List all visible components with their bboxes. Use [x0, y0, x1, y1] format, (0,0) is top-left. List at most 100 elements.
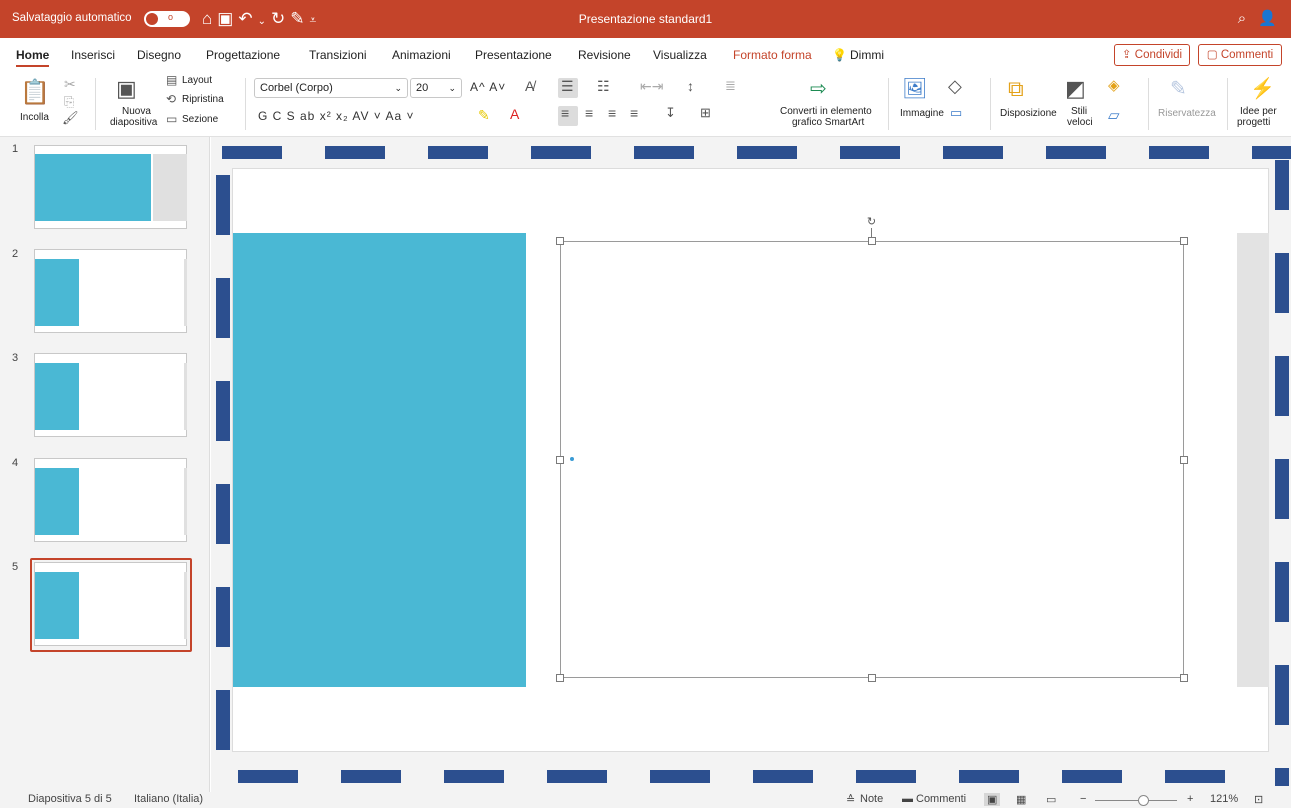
shapes-icon[interactable]: ◇ — [948, 76, 962, 97]
status-comments-button[interactable]: Commenti — [916, 793, 966, 805]
font-name-select[interactable]: Corbel (Corpo) ⌄ — [254, 78, 408, 98]
font-size-select[interactable]: 20 ⌄ — [410, 78, 462, 98]
document-title: Presentazione standard1 — [578, 12, 713, 26]
tab-design[interactable]: Progettazione — [206, 48, 280, 62]
lightbulb-icon[interactable]: 💡 — [832, 48, 847, 62]
image-label[interactable]: Immagine — [900, 108, 944, 119]
columns-icon[interactable]: ≣ — [725, 78, 736, 94]
tab-review[interactable]: Revisione — [578, 48, 631, 62]
sorter-view-icon[interactable]: ▦ — [1016, 793, 1026, 806]
user-icon[interactable]: 👤 — [1258, 10, 1277, 27]
resize-handle[interactable] — [868, 674, 876, 682]
section-button[interactable]: Sezione — [182, 114, 218, 125]
tab-view[interactable]: Visualizza — [653, 48, 707, 62]
sensitivity-icon[interactable]: ✎ — [1170, 76, 1187, 101]
tab-draw[interactable]: Disegno — [137, 48, 181, 62]
notes-button[interactable]: Note — [860, 793, 883, 805]
slide-thumbnail-3[interactable] — [34, 353, 187, 437]
layout-button[interactable]: Layout — [182, 75, 212, 86]
new-slide-label-1[interactable]: Nuova — [122, 106, 151, 117]
line-spacing-icon[interactable]: ↕ — [687, 78, 694, 94]
grow-shrink-font[interactable]: A^ A˅ — [470, 80, 506, 94]
numbered-list-icon[interactable]: ☷ — [597, 78, 610, 95]
clear-format-icon[interactable]: A̸ — [525, 78, 534, 94]
text-cursor — [570, 457, 574, 461]
resize-handle[interactable] — [556, 456, 564, 464]
align-center-icon[interactable]: ≡ — [585, 105, 593, 121]
tab-animations[interactable]: Animazioni — [392, 48, 451, 62]
quick-styles-icon[interactable]: ◩ — [1065, 76, 1086, 102]
zoom-out-button[interactable]: − — [1080, 793, 1086, 805]
privacy-label[interactable]: Riservatezza — [1158, 108, 1216, 119]
designer-label-2[interactable]: progetti — [1237, 117, 1270, 128]
textbox-icon[interactable]: ▭ — [950, 105, 962, 121]
outline-color-icon[interactable]: ▱ — [1108, 106, 1120, 124]
resize-handle[interactable] — [868, 237, 876, 245]
tab-transitions[interactable]: Transizioni — [309, 48, 367, 62]
reset-button[interactable]: Ripristina — [182, 94, 224, 105]
tab-insert[interactable]: Inserisci — [71, 48, 115, 62]
search-icon[interactable]: ⌕ — [1238, 10, 1246, 27]
justify-icon[interactable]: ≡ — [630, 105, 638, 121]
resize-handle[interactable] — [556, 237, 564, 245]
font-color-icon[interactable]: A — [510, 106, 519, 122]
resize-handle[interactable] — [1180, 674, 1188, 682]
blue-rectangle-shape[interactable] — [233, 233, 526, 687]
gray-rectangle-shape[interactable] — [1237, 233, 1269, 687]
fill-color-icon[interactable]: ◈ — [1108, 76, 1120, 94]
image-icon[interactable]: 🖼 — [902, 76, 927, 101]
rotate-handle-icon[interactable]: ↻ — [866, 217, 877, 228]
styles-label-1[interactable]: Stili — [1071, 106, 1087, 117]
copy-icon[interactable]: ⎘ — [64, 94, 74, 110]
tab-shape-format[interactable]: Formato forma — [733, 48, 812, 62]
styles-label-2[interactable]: veloci — [1067, 117, 1093, 128]
paste-icon[interactable]: 📋 — [20, 78, 50, 107]
fit-to-window-icon[interactable]: ⊡ — [1254, 793, 1263, 806]
highlight-icon[interactable]: ✎ — [478, 107, 490, 124]
zoom-in-button[interactable]: + — [1187, 793, 1193, 805]
zoom-slider-knob[interactable] — [1138, 795, 1149, 806]
zoom-level[interactable]: 121% — [1210, 793, 1238, 805]
smartart-label-1[interactable]: Converti in elemento — [780, 106, 872, 117]
share-button[interactable]: ⇪ Condividi — [1114, 44, 1190, 66]
align-right-icon[interactable]: ≡ — [608, 105, 616, 121]
format-painter-icon[interactable]: 🖌 — [62, 110, 79, 126]
dash-segment — [737, 146, 797, 159]
align-text-icon[interactable]: ⊞ — [700, 105, 711, 121]
notes-icon[interactable]: ≙ — [846, 793, 855, 806]
tab-slideshow[interactable]: Presentazione — [475, 48, 552, 62]
tab-tell-me[interactable]: Dimmi — [850, 48, 884, 62]
dash-segment — [1275, 768, 1289, 786]
smartart-label-2[interactable]: grafico SmartArt — [792, 117, 864, 128]
text-placeholder[interactable] — [560, 241, 1184, 678]
text-direction-icon[interactable]: ↧ — [665, 105, 676, 121]
resize-handle[interactable] — [1180, 456, 1188, 464]
comments-button[interactable]: ▢ Commenti — [1198, 44, 1282, 66]
paste-label[interactable]: Incolla — [20, 112, 49, 123]
arrange-label[interactable]: Disposizione — [1000, 108, 1057, 119]
tab-home[interactable]: Home — [16, 48, 50, 67]
dash-segment — [216, 587, 230, 647]
indent-icon[interactable]: ⇤⇥ — [640, 78, 663, 95]
cut-icon[interactable]: ✂ — [64, 76, 76, 93]
slide-thumbnail-4[interactable] — [34, 458, 187, 542]
language-indicator[interactable]: Italiano (Italia) — [134, 793, 203, 805]
slide-thumbnail-1[interactable] — [34, 145, 187, 229]
resize-handle[interactable] — [556, 674, 564, 682]
format-row[interactable]: G C S ab x² x₂ AV ˅ Aa ˅ — [258, 109, 415, 123]
ribbon-tabs: Home Inserisci Disegno Progettazione Tra… — [0, 38, 1291, 72]
resize-handle[interactable] — [1180, 237, 1188, 245]
designer-label-1[interactable]: Idee per — [1240, 106, 1277, 117]
arrange-icon[interactable]: ⧉ — [1008, 76, 1024, 102]
reading-view-icon[interactable]: ▭ — [1046, 793, 1056, 806]
separator — [990, 78, 991, 130]
thumb-shape — [35, 468, 79, 535]
smartart-icon[interactable]: ⇨ — [810, 76, 827, 101]
normal-view-icon[interactable]: ▣ — [984, 793, 1001, 806]
new-slide-icon[interactable]: ▣ — [116, 76, 137, 102]
comments-icon[interactable]: ▬ — [902, 793, 913, 805]
slide-thumbnail-2[interactable] — [34, 249, 187, 333]
designer-icon[interactable]: ⚡ — [1250, 76, 1275, 101]
zoom-slider[interactable] — [1095, 800, 1177, 801]
new-slide-label-2[interactable]: diapositiva — [110, 117, 157, 128]
